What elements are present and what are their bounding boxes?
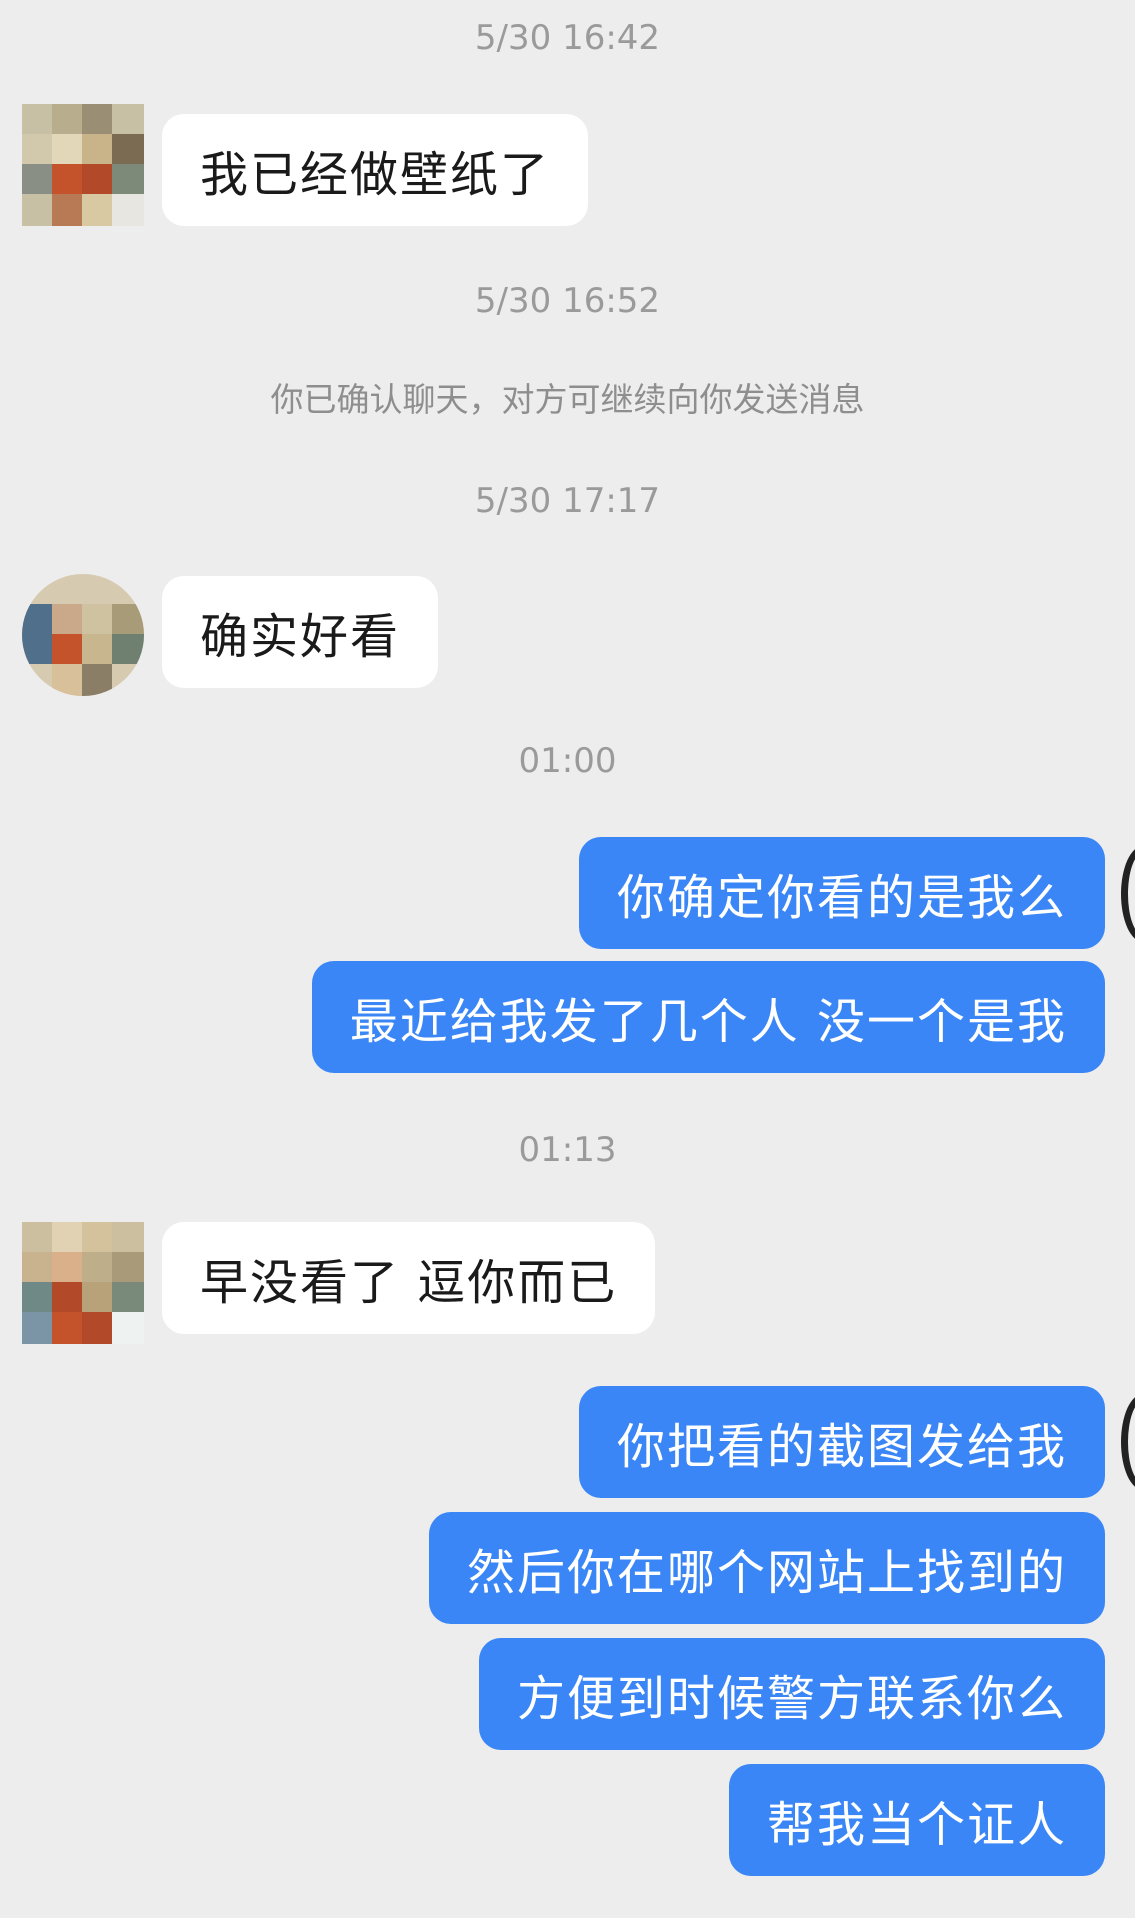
incoming-message-bubble[interactable]: 我已经做壁纸了 [162, 114, 589, 226]
outgoing-message-bubble[interactable]: 方便到时候警方联系你么 [478, 1638, 1105, 1750]
my-avatar[interactable] [1121, 1394, 1135, 1490]
incoming-message-bubble[interactable]: 早没看了 逗你而已 [162, 1222, 656, 1334]
contact-avatar[interactable] [22, 574, 144, 696]
outgoing-message-bubble[interactable]: 最近给我发了几个人 没一个是我 [311, 961, 1105, 1073]
timestamp: 5/30 16:42 [474, 18, 661, 58]
chat-screen: 5/30 16:42 我已经做壁纸了 5/30 16:52 你已确认聊天，对方可… [0, 0, 1135, 1918]
contact-avatar[interactable] [22, 104, 144, 226]
system-notice: 你已确认聊天，对方可继续向你发送消息 [270, 380, 865, 419]
outgoing-message-bubble[interactable]: 然后你在哪个网站上找到的 [428, 1512, 1105, 1624]
timestamp: 5/30 16:52 [474, 281, 661, 321]
timestamp: 01:00 [518, 741, 617, 781]
contact-avatar[interactable] [22, 1222, 144, 1344]
outgoing-message-bubble[interactable]: 帮我当个证人 [728, 1764, 1105, 1876]
timestamp: 01:13 [518, 1130, 617, 1170]
outgoing-message-bubble[interactable]: 你确定你看的是我么 [578, 837, 1105, 949]
outgoing-message-bubble[interactable]: 你把看的截图发给我 [578, 1386, 1105, 1498]
incoming-message-bubble[interactable]: 确实好看 [162, 576, 439, 688]
my-avatar[interactable] [1121, 846, 1135, 942]
timestamp: 5/30 17:17 [474, 481, 661, 521]
